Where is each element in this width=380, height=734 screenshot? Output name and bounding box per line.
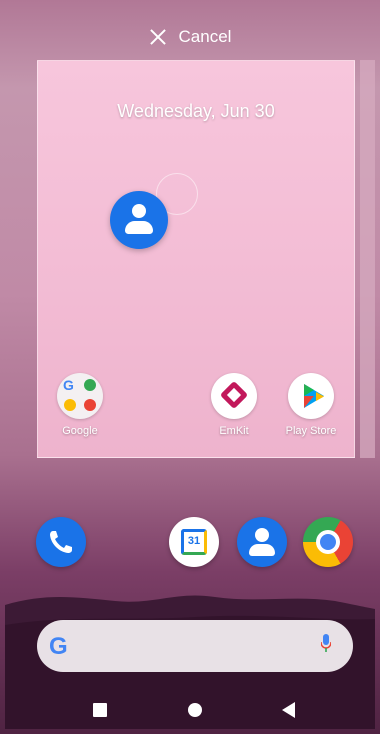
close-icon xyxy=(149,28,167,46)
contacts-icon-body xyxy=(249,544,275,556)
app-label: Google xyxy=(62,425,98,437)
google-search-bar[interactable]: G xyxy=(37,620,353,672)
home-button[interactable] xyxy=(188,703,202,717)
google-g-icon: G xyxy=(49,633,68,660)
drive-icon xyxy=(64,399,76,411)
phone-icon xyxy=(50,531,72,553)
cancel-label: Cancel xyxy=(178,27,232,46)
app-label: EmKit xyxy=(219,425,249,437)
navigation-bar xyxy=(5,689,375,729)
home-screen: Cancel Wednesday, Jun 30 G Google EmKit … xyxy=(5,5,375,729)
calendar-day: 31 xyxy=(187,535,201,547)
app-play-store[interactable]: Play Store xyxy=(283,373,339,437)
back-button[interactable] xyxy=(282,702,295,718)
play-store-icon xyxy=(288,373,334,419)
phone-app[interactable] xyxy=(36,517,86,567)
google-folder-icon: G xyxy=(57,373,103,419)
calendar-app[interactable]: 31 xyxy=(169,517,219,567)
youtube-icon xyxy=(84,399,96,411)
homescreen-preview-card[interactable]: Wednesday, Jun 30 G Google EmKit Play St… xyxy=(37,60,355,458)
chrome-app[interactable] xyxy=(303,517,353,567)
app-label: Play Store xyxy=(285,425,337,437)
emkit-icon xyxy=(211,373,257,419)
app-emkit[interactable]: EmKit xyxy=(206,373,262,437)
google-g-icon: G xyxy=(63,377,74,393)
maps-icon xyxy=(84,379,96,391)
person-icon-body xyxy=(125,221,153,234)
contacts-app[interactable] xyxy=(237,517,287,567)
contacts-icon xyxy=(255,528,269,542)
cancel-button[interactable]: Cancel xyxy=(5,27,375,47)
person-icon xyxy=(132,204,146,218)
recents-button[interactable] xyxy=(93,703,107,717)
google-folder[interactable]: G Google xyxy=(52,373,108,437)
adjacent-page-preview[interactable] xyxy=(360,60,375,458)
date-widget: Wednesday, Jun 30 xyxy=(117,101,275,121)
mic-icon[interactable] xyxy=(321,634,331,652)
contact-widget[interactable] xyxy=(110,191,168,249)
